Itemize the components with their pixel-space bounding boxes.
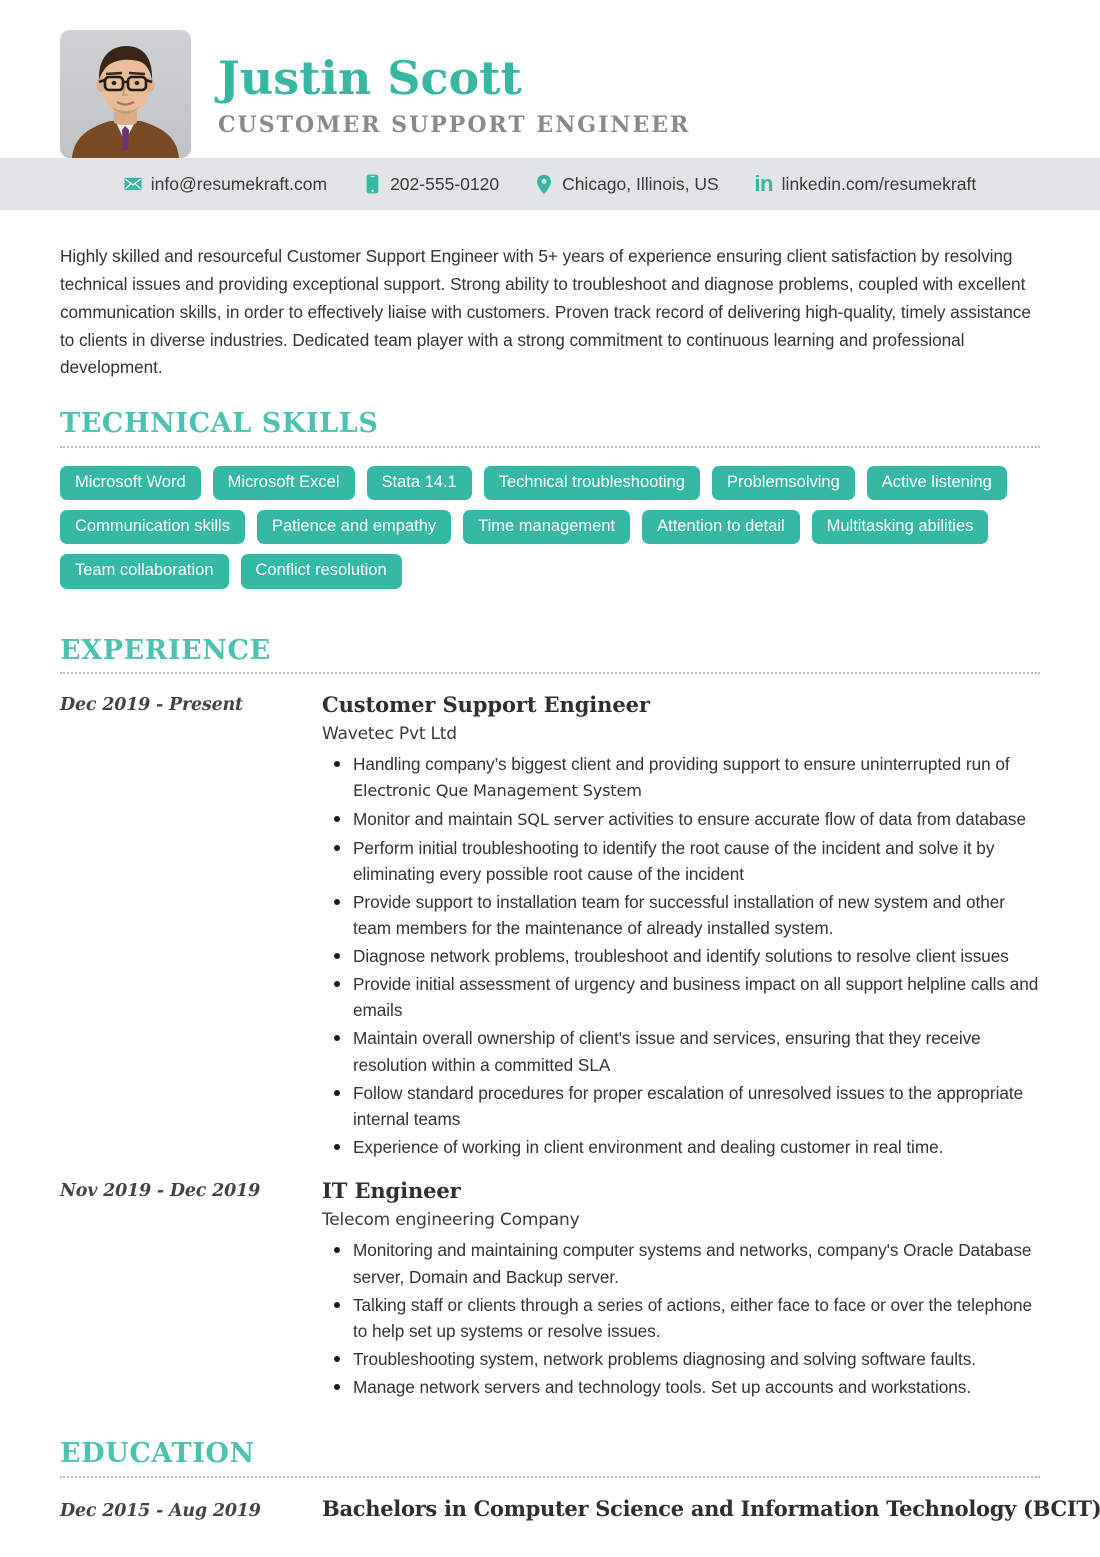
- experience-body: IT Engineer Telecom engineering Company Mo…: [322, 1178, 1040, 1400]
- experience-body: Customer Support Engineer Wavetec Pvt Ltd…: [322, 692, 1040, 1160]
- professional-summary: Highly skilled and resourceful Customer …: [60, 246, 1031, 378]
- experience-bullet: Talking staff or clients through a serie…: [322, 1292, 1040, 1344]
- section-experience: EXPERIENCE Dec 2019 - Present Customer Su…: [60, 634, 1040, 1401]
- experience-company: Wavetec Pvt Ltd: [322, 724, 457, 745]
- experience-bullet: Provide initial assessment of urgency an…: [322, 971, 1040, 1023]
- contact-phone-label: 202-555-0120: [390, 173, 500, 194]
- header-text-block: Justin Scott CUSTOMER SUPPORT ENGINEER: [218, 51, 690, 138]
- contact-location[interactable]: Chicago, Illinois, US: [535, 174, 719, 195]
- contact-email[interactable]: info@resumekraft.com: [124, 174, 327, 195]
- education-date: Dec 2015 - Aug 2019: [60, 1500, 261, 1521]
- page-title: Justin Scott: [218, 50, 522, 105]
- experience-bullet: Diagnose network problems, troubleshoot …: [322, 943, 1040, 969]
- experience-list: Dec 2019 - Present Customer Support Engin…: [60, 692, 1040, 1400]
- avatar: [60, 30, 191, 158]
- experience-company: Telecom engineering Company: [322, 1210, 580, 1231]
- phone-icon: [363, 174, 381, 194]
- education-list: Dec 2015 - Aug 2019 Bachelors in Computer…: [60, 1496, 1100, 1521]
- skill-pill: Stata 14.1: [366, 465, 472, 500]
- section-heading-skills: TECHNICAL SKILLS: [60, 408, 379, 440]
- experience-bullet: Perform initial troubleshooting to ident…: [322, 835, 1040, 887]
- education-degree: Bachelors in Computer Science and Inform…: [322, 1495, 1100, 1521]
- skill-pill: Team collaboration: [60, 554, 229, 589]
- contact-phone[interactable]: 202-555-0120: [363, 174, 499, 195]
- skill-pill: Microsoft Word: [60, 465, 201, 500]
- section-divider: [60, 445, 1040, 448]
- experience-date: Dec 2019 - Present: [60, 694, 243, 715]
- contact-bar: info@resumekraft.com 202-555-0120 Chicag…: [0, 158, 1100, 210]
- contact-location-label: Chicago, Illinois, US: [562, 173, 719, 194]
- experience-bullet: Monitoring and maintaining computer syst…: [322, 1237, 1040, 1289]
- experience-entry: Nov 2019 - Dec 2019 IT Engineer Telecom en…: [60, 1178, 1040, 1400]
- envelope-icon: [124, 174, 142, 194]
- experience-bullet: Provide support to installation team for…: [322, 889, 1040, 941]
- skill-pill: Attention to detail: [642, 509, 800, 545]
- experience-bullet: Troubleshooting system, network problems…: [322, 1346, 1040, 1372]
- experience-bullet: Experience of working in client environm…: [322, 1134, 1040, 1160]
- skill-pill: Active listening: [866, 465, 1007, 500]
- skill-pill: Time management: [463, 509, 631, 545]
- skill-pill: Patience and empathy: [256, 509, 452, 545]
- experience-job-title: IT Engineer: [322, 1178, 461, 1204]
- bullet-highlight-term: SQL server: [517, 809, 604, 829]
- experience-job-title: Customer Support Engineer: [322, 691, 650, 717]
- section-education: EDUCATION Dec 2015 - Aug 2019 Bachelors i…: [60, 1438, 1100, 1521]
- section-technical-skills: TECHNICAL SKILLS Microsoft Word Microsoft…: [60, 408, 1040, 589]
- experience-bullet-list: Monitoring and maintaining computer syst…: [322, 1237, 1040, 1400]
- section-divider: [60, 1475, 1040, 1478]
- linkedin-icon: in: [754, 171, 773, 196]
- experience-bullet-list: Handling company’s biggest client and pr…: [322, 751, 1040, 1160]
- skill-pill: Conflict resolution: [240, 554, 402, 589]
- experience-bullet: Follow standard procedures for proper es…: [322, 1080, 1040, 1132]
- location-pin-icon: [535, 174, 553, 194]
- skill-pill: Multitasking abilities: [811, 509, 989, 545]
- experience-bullet: Handling company’s biggest client and pr…: [322, 751, 1040, 804]
- education-entry: Dec 2015 - Aug 2019 Bachelors in Computer…: [60, 1496, 1100, 1521]
- skill-pill: Microsoft Excel: [212, 465, 355, 500]
- header-job-title: CUSTOMER SUPPORT ENGINEER: [218, 111, 691, 138]
- section-divider: [60, 671, 1040, 674]
- contact-email-label: info@resumekraft.com: [150, 173, 328, 194]
- section-heading-education: EDUCATION: [60, 1438, 255, 1470]
- skill-pill: Problemsolving: [711, 465, 855, 500]
- experience-bullet: Monitor and maintain SQL server activiti…: [322, 806, 1040, 833]
- skill-pill: Technical troubleshooting: [483, 465, 700, 500]
- experience-bullet: Maintain overall ownership of client's i…: [322, 1025, 1040, 1077]
- contact-linkedin-label: linkedin.com/resumekraft: [781, 173, 977, 194]
- section-heading-experience: EXPERIENCE: [60, 634, 271, 666]
- skills-list: Microsoft Word Microsoft Excel Stata 14.1 T…: [60, 465, 1040, 589]
- contact-linkedin[interactable]: in linkedin.com/resumekraft: [754, 171, 977, 196]
- experience-date: Nov 2019 - Dec 2019: [60, 1181, 261, 1202]
- profile-photo-icon: [60, 30, 191, 158]
- resume-header: Justin Scott CUSTOMER SUPPORT ENGINEER: [0, 0, 1100, 158]
- experience-entry: Dec 2019 - Present Customer Support Engin…: [60, 692, 1040, 1160]
- bullet-highlight-term: Electronic Que Management System: [353, 781, 642, 801]
- skill-pill: Communication skills: [60, 509, 245, 545]
- experience-bullet: Manage network servers and technology to…: [322, 1374, 1040, 1400]
